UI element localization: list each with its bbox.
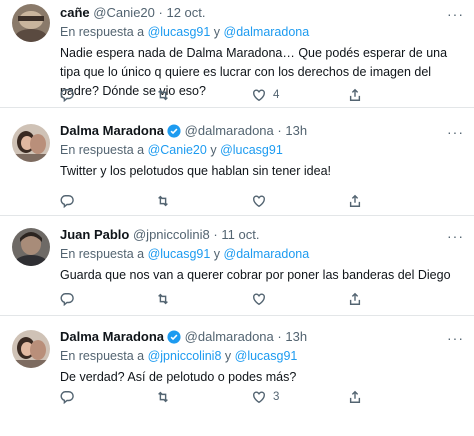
tweet-text: Twitter y los pelotudos que hablan sin t… xyxy=(60,164,332,178)
author-name[interactable]: Juan Pablo xyxy=(60,227,129,242)
share-icon xyxy=(349,88,361,101)
mention-link[interactable]: @lucasg91 xyxy=(220,143,283,157)
avatar[interactable] xyxy=(12,124,50,162)
verified-badge-icon xyxy=(167,330,181,344)
reply-button[interactable] xyxy=(60,292,156,306)
share-icon xyxy=(349,194,361,207)
separator: · xyxy=(158,5,163,20)
timestamp[interactable]: 12 oct. xyxy=(166,5,205,20)
author-name[interactable]: Dalma Maradona xyxy=(60,329,164,344)
retweet-icon xyxy=(158,293,168,305)
share-button[interactable] xyxy=(348,88,444,102)
mention-link[interactable]: @lucasg91 xyxy=(148,25,211,39)
tweet-actions: 4 xyxy=(60,88,444,102)
retweet-button[interactable] xyxy=(156,390,252,404)
tweet-header: Dalma Maradona @dalmaradona · 13h xyxy=(60,122,464,140)
share-button[interactable] xyxy=(348,292,444,306)
author-handle[interactable]: @jpniccolini8 xyxy=(133,227,210,242)
mention-link[interactable]: @lucasg91 xyxy=(148,247,211,261)
timestamp[interactable]: 13h xyxy=(285,123,307,138)
mention-link[interactable]: @jpniccolini8 xyxy=(148,349,222,363)
share-icon xyxy=(349,292,361,305)
tweet-header: Juan Pablo @jpniccolini8 · 11 oct. xyxy=(60,226,464,244)
mention-link[interactable]: @dalmaradona xyxy=(224,25,310,39)
share-button[interactable] xyxy=(348,194,444,208)
reply-button[interactable] xyxy=(60,88,156,102)
reply-conjunction: y xyxy=(213,25,221,39)
author-handle[interactable]: @Canie20 xyxy=(93,5,155,20)
separator: · xyxy=(277,123,282,138)
separator: · xyxy=(277,329,282,344)
like-button[interactable] xyxy=(252,292,348,306)
mention-link[interactable]: @lucasg91 xyxy=(235,349,298,363)
reply-prefix: En respuesta a xyxy=(60,143,145,157)
avatar[interactable] xyxy=(12,330,50,368)
timestamp[interactable]: 11 oct. xyxy=(221,227,259,242)
mention-link[interactable]: @Canie20 xyxy=(148,143,207,157)
separator: · xyxy=(213,227,218,242)
tweet-actions xyxy=(60,194,444,208)
author-name[interactable]: Dalma Maradona xyxy=(60,123,164,138)
reply-conjunction: y xyxy=(224,349,232,363)
reply-icon xyxy=(60,391,74,404)
retweet-icon xyxy=(158,195,168,207)
tweet-actions: 3 xyxy=(60,390,444,404)
retweet-button[interactable] xyxy=(156,88,252,102)
share-icon xyxy=(349,390,361,403)
like-button[interactable]: 4 xyxy=(252,88,348,102)
like-count: 3 xyxy=(273,391,280,403)
like-button[interactable] xyxy=(252,194,348,208)
reply-button[interactable] xyxy=(60,390,156,404)
retweet-button[interactable] xyxy=(156,292,252,306)
reply-icon xyxy=(60,89,74,102)
like-icon xyxy=(253,391,265,404)
tweet-text: Guarda que nos van a querer cobrar por p… xyxy=(60,268,451,282)
reply-prefix: En respuesta a xyxy=(60,247,145,261)
share-button[interactable] xyxy=(348,390,444,404)
tweet-actions xyxy=(60,292,444,306)
mention-link[interactable]: @dalmaradona xyxy=(224,247,310,261)
avatar[interactable] xyxy=(12,4,50,42)
author-handle[interactable]: @dalmaradona xyxy=(185,123,274,138)
tweet-header: Dalma Maradona @dalmaradona · 13h xyxy=(60,328,464,346)
more-icon[interactable]: ··· xyxy=(447,228,464,244)
like-button[interactable]: 3 xyxy=(252,390,348,404)
tweet[interactable]: Juan Pablo @jpniccolini8 · 11 oct. En re… xyxy=(0,216,474,316)
tweet-text: De verdad? Así de pelotudo o podes más? xyxy=(60,370,297,384)
retweet-icon xyxy=(158,89,168,101)
tweet[interactable]: cañe @Canie20 · 12 oct. En respuesta a @… xyxy=(0,0,474,108)
reply-icon xyxy=(60,293,74,306)
reply-icon xyxy=(60,195,74,208)
reply-context: En respuesta a @lucasg91 y @dalmaradona xyxy=(60,22,464,42)
retweet-button[interactable] xyxy=(156,194,252,208)
like-icon xyxy=(253,89,265,102)
tweet[interactable]: Dalma Maradona @dalmaradona · 13h En res… xyxy=(0,316,474,436)
like-icon xyxy=(253,195,265,208)
author-handle[interactable]: @dalmaradona xyxy=(185,329,274,344)
like-icon xyxy=(253,293,265,306)
retweet-icon xyxy=(158,391,168,403)
verified-badge-icon xyxy=(167,124,181,138)
author-name[interactable]: cañe xyxy=(60,5,90,20)
reply-button[interactable] xyxy=(60,194,156,208)
reply-prefix: En respuesta a xyxy=(60,25,145,39)
reply-context: En respuesta a @Canie20 y @lucasg91 xyxy=(60,140,464,160)
reply-conjunction: y xyxy=(210,143,217,157)
more-icon[interactable]: ··· xyxy=(447,124,464,140)
more-icon[interactable]: ··· xyxy=(447,330,464,346)
reply-prefix: En respuesta a xyxy=(60,349,145,363)
timestamp[interactable]: 13h xyxy=(285,329,307,344)
reply-context: En respuesta a @jpniccolini8 y @lucasg91 xyxy=(60,346,464,366)
more-icon[interactable]: ··· xyxy=(447,6,464,22)
reply-conjunction: y xyxy=(213,247,221,261)
reply-context: En respuesta a @lucasg91 y @dalmaradona xyxy=(60,244,464,264)
tweet[interactable]: Dalma Maradona @dalmaradona · 13h En res… xyxy=(0,108,474,216)
like-count: 4 xyxy=(273,89,280,101)
avatar[interactable] xyxy=(12,228,50,266)
tweet-header: cañe @Canie20 · 12 oct. xyxy=(60,4,464,22)
